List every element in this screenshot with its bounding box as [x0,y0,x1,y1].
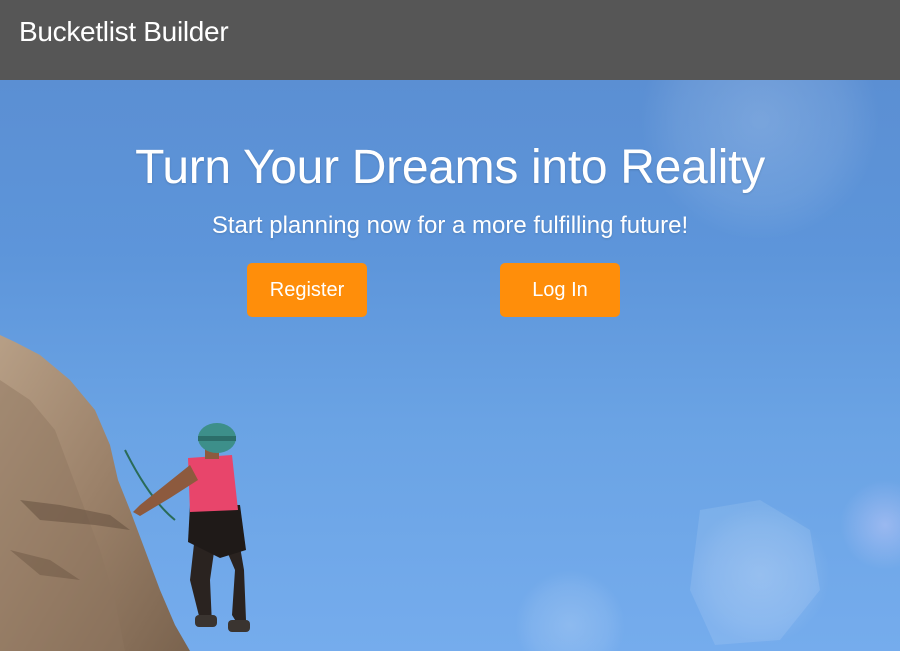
brand-logo-text[interactable]: Bucketlist Builder [19,15,229,49]
hero-section: Turn Your Dreams into Reality Start plan… [0,80,900,651]
login-button[interactable]: Log In [500,263,620,317]
top-navbar: Bucketlist Builder [0,0,900,80]
register-button[interactable]: Register [247,263,367,317]
hero-title: Turn Your Dreams into Reality [135,141,765,194]
hero-subtitle: Start planning now for a more fulfilling… [211,212,689,239]
